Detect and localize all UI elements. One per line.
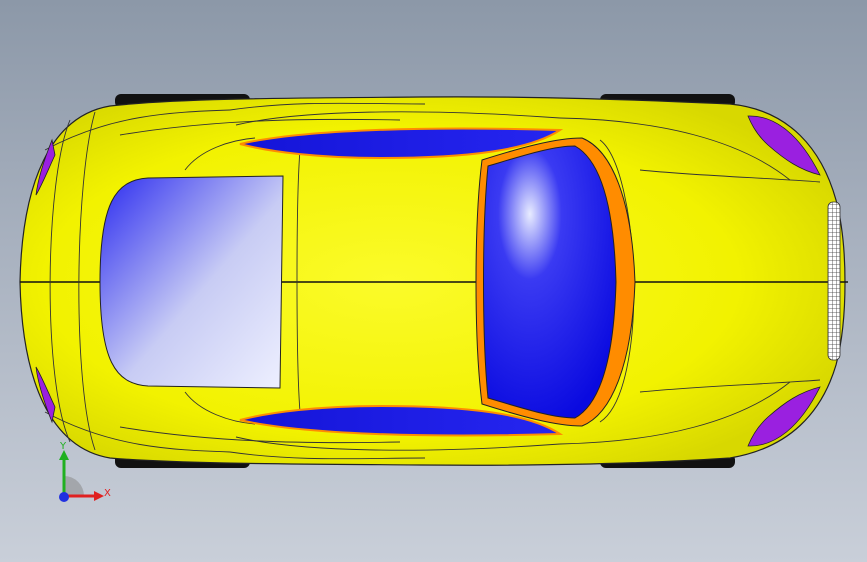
y-axis-label: Y xyxy=(59,441,67,452)
x-axis-arrow xyxy=(94,491,104,501)
windshield xyxy=(483,145,617,419)
z-axis-dot xyxy=(59,492,69,502)
front-grille xyxy=(827,201,841,361)
car-model[interactable] xyxy=(0,0,867,562)
x-axis-label: X xyxy=(104,488,111,499)
coordinate-triad[interactable]: Y X xyxy=(40,440,120,520)
graphics-viewport[interactable]: Y X xyxy=(0,0,867,562)
rear-window xyxy=(99,175,284,389)
